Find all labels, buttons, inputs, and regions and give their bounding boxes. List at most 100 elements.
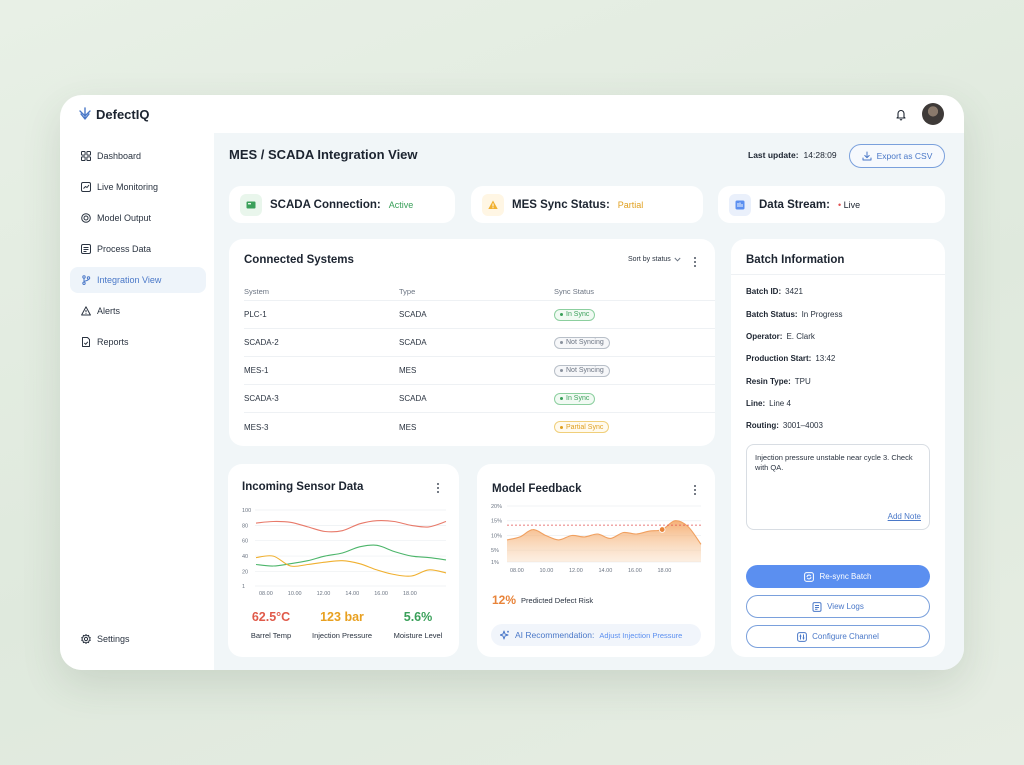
sidebar-item-dashboard[interactable]: Dashboard xyxy=(70,143,206,169)
system-name: MES-1 xyxy=(244,366,269,375)
batch-field: Routing: 3001–4003 xyxy=(746,421,823,430)
add-note-link[interactable]: Add Note xyxy=(888,512,921,522)
batch-field: Resin Type: TPU xyxy=(746,377,811,386)
connected-systems-card: Connected Systems Sort by status System … xyxy=(229,239,715,446)
batch-field: Batch ID: 3421 xyxy=(746,287,803,296)
system-name: PLC-1 xyxy=(244,310,267,319)
model-feedback-title: Model Feedback xyxy=(492,483,582,495)
sync-icon xyxy=(804,571,815,582)
feedback-more-icon[interactable] xyxy=(693,485,697,495)
x-tick-label: 18.00 xyxy=(403,591,417,597)
last-update-label: Last update: xyxy=(748,150,799,160)
view-logs-button[interactable]: View Logs xyxy=(746,595,930,618)
series-line xyxy=(255,520,447,533)
download-icon xyxy=(862,151,872,161)
resync-batch-button[interactable]: Re-sync Batch xyxy=(746,565,930,588)
barrel-temp-value: 62.5°C xyxy=(251,610,291,624)
sensor-data-title: Incoming Sensor Data xyxy=(242,481,364,493)
stream-icon xyxy=(729,193,751,216)
configure-label: Configure Channel xyxy=(812,632,879,641)
resync-label: Re-sync Batch xyxy=(819,572,872,581)
sort-label: Sort by status xyxy=(628,256,671,263)
x-tick-label: 12.00 xyxy=(569,568,583,574)
divider xyxy=(731,274,945,275)
field-label: Operator: xyxy=(746,332,783,341)
ai-recommendation[interactable]: AI Recommendation: Adjust Injection Pres… xyxy=(491,624,701,646)
alert-icon xyxy=(81,306,91,316)
table-row[interactable]: PLC-1 SCADA In Sync xyxy=(244,301,715,329)
moisture-level-label: Moisture Level xyxy=(393,631,443,640)
x-tick-label: 10.00 xyxy=(540,568,554,574)
main-content: MES / SCADA Integration View Last update… xyxy=(214,133,964,670)
x-tick-label: 14.00 xyxy=(599,568,613,574)
system-type: SCADA xyxy=(399,338,427,347)
x-tick-label: 16.00 xyxy=(628,568,642,574)
table-row[interactable]: SCADA-2 SCADA Not Syncing xyxy=(244,329,715,357)
export-label: Export as CSV xyxy=(876,151,933,161)
avatar[interactable] xyxy=(922,103,944,125)
sidebar-item-integration-view[interactable]: Integration View xyxy=(70,267,206,293)
sidebar-item-label: Settings xyxy=(97,634,130,644)
field-value: E. Clark xyxy=(786,332,815,341)
batch-field: Batch Status: In Progress xyxy=(746,310,842,319)
data-stream-value: • Live xyxy=(837,199,861,210)
target-icon xyxy=(81,213,91,223)
sort-dropdown[interactable]: Sort by status xyxy=(628,256,681,263)
system-type: MES xyxy=(399,422,417,432)
table-row[interactable]: SCADA-3 SCADA In Sync xyxy=(244,385,715,413)
ai-rec-action: Adjust Injection Pressure xyxy=(599,630,683,640)
sidebar-item-live-monitoring[interactable]: Live Monitoring xyxy=(70,174,206,200)
table-row[interactable]: MES-3 MES Partial Sync xyxy=(244,413,715,441)
configure-channel-button[interactable]: Configure Channel xyxy=(746,625,930,648)
sidebar: Dashboard Live Monitoring Model Output P… xyxy=(60,133,214,670)
sidebar-item-label: Live Monitoring xyxy=(97,182,159,192)
moisture-level-value: 5.6% xyxy=(403,610,433,624)
note-textarea[interactable]: Injection pressure unstable near cycle 3… xyxy=(746,444,930,530)
warning-icon xyxy=(482,193,504,216)
status-badge: Not Syncing xyxy=(554,364,610,377)
sensor-more-icon[interactable] xyxy=(436,483,440,493)
y-tick-label: 20% xyxy=(491,504,502,510)
sidebar-item-alerts[interactable]: Alerts xyxy=(70,298,206,324)
monitor-icon xyxy=(81,182,91,192)
data-stream-card: Data Stream: • Live xyxy=(718,186,945,223)
sidebar-item-model-output[interactable]: Model Output xyxy=(70,205,206,231)
export-csv-button[interactable]: Export as CSV xyxy=(849,144,945,168)
status-text: In Sync xyxy=(566,311,590,318)
note-text: Injection pressure unstable near cycle 3… xyxy=(755,453,913,472)
sidebar-item-label: Dashboard xyxy=(97,151,142,161)
mes-status-value: Partial xyxy=(617,199,644,210)
scada-status-value: Active xyxy=(388,199,414,210)
table-row[interactable]: MES-1 MES Not Syncing xyxy=(244,357,715,385)
batch-info-card: Batch Information Batch ID: 3421 Batch St… xyxy=(731,239,945,657)
logs-icon xyxy=(812,601,822,612)
bell-icon[interactable] xyxy=(894,107,908,121)
top-bar: DefectIQ xyxy=(60,95,964,133)
logo-icon xyxy=(79,107,91,120)
system-name: SCADA-2 xyxy=(244,338,279,347)
file-icon xyxy=(82,337,90,347)
system-type: MES xyxy=(399,366,417,375)
sidebar-item-settings[interactable]: Settings xyxy=(70,626,206,652)
status-text: Not Syncing xyxy=(566,367,604,374)
status-text: In Sync xyxy=(566,395,590,402)
mes-status-label: MES Sync Status: xyxy=(512,198,610,211)
status-badge: Not Syncing xyxy=(554,336,610,349)
status-badge: Partial Sync xyxy=(554,421,610,433)
injection-pressure-label: Injection Pressure xyxy=(311,631,373,640)
mes-status-card: MES Sync Status: Partial xyxy=(471,186,703,223)
chevron-down-icon xyxy=(674,257,681,262)
sidebar-item-reports[interactable]: Reports xyxy=(70,329,206,355)
column-header: Type xyxy=(399,287,416,296)
systems-more-icon[interactable] xyxy=(693,257,697,267)
y-tick-label: 20 xyxy=(242,569,248,575)
x-tick-label: 08.00 xyxy=(259,591,273,597)
app-name: DefectIQ xyxy=(96,106,150,122)
sidebar-item-process-data[interactable]: Process Data xyxy=(70,236,206,262)
data-stream-text: Live xyxy=(843,199,861,210)
x-tick-label: 16.00 xyxy=(374,591,388,597)
brand[interactable]: DefectIQ xyxy=(78,107,149,122)
systems-table: System Type Sync Status PLC-1 SCADA In S… xyxy=(244,283,715,441)
barrel-temp-label: Barrel Temp xyxy=(250,631,292,640)
x-tick-label: 08.00 xyxy=(510,568,524,574)
